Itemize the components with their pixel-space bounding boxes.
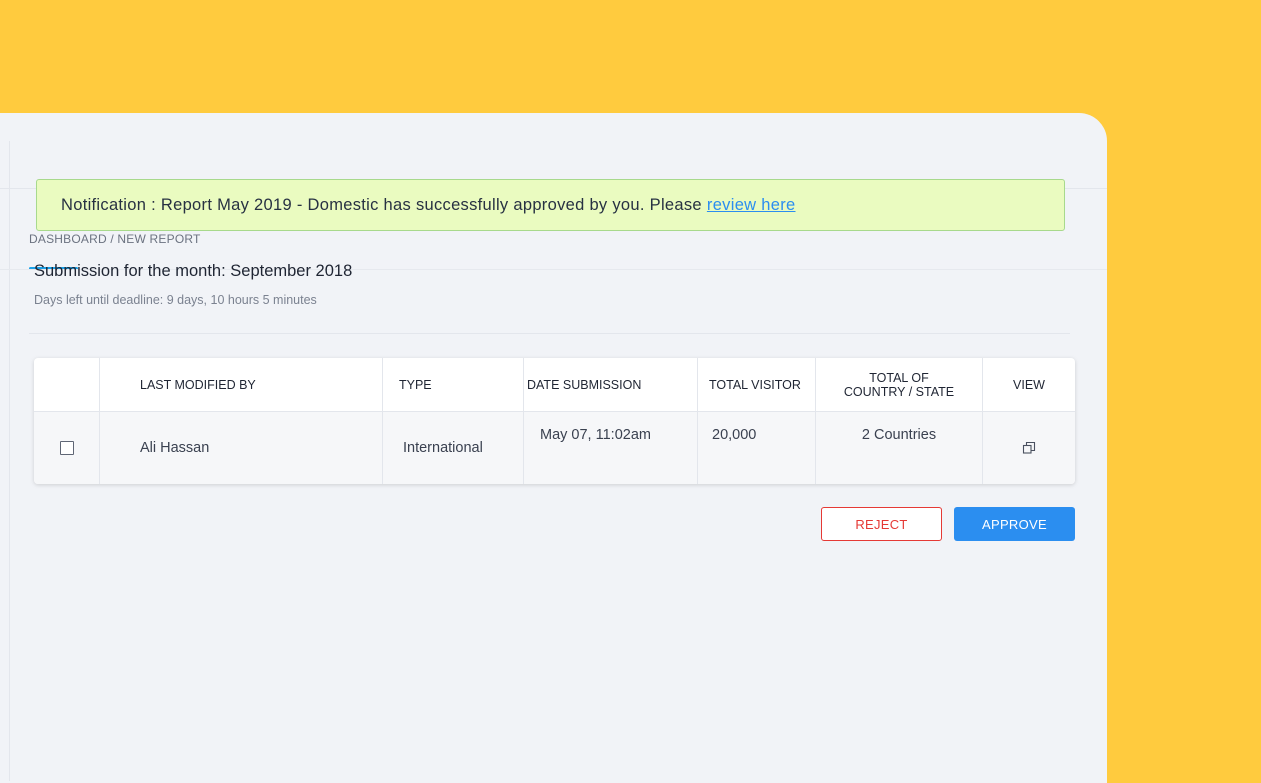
header-total-country-line1: TOTAL OF [869,370,929,385]
row-select-cell [34,412,100,484]
sidebar-edge [0,141,10,781]
reject-button[interactable]: REJECT [821,507,942,541]
submission-table: LAST MODIFIED BY TYPE DATE SUBMISSION TO… [34,358,1075,484]
header-date-submission: DATE SUBMISSION [524,358,698,411]
header-total-visitor: TOTAL VISITOR [698,358,816,411]
header-view: VIEW [1013,377,1045,392]
notification-banner: Notification : Report May 2019 - Domesti… [36,179,1065,231]
table-header-row: LAST MODIFIED BY TYPE DATE SUBMISSION TO… [34,358,1075,412]
header-total-country-line2: COUNTRY / STATE [843,384,955,399]
deadline-text: Days left until deadline: 9 days, 10 hou… [34,293,317,307]
section-divider [29,333,1070,334]
cell-last-modified-by: Ali Hassan [100,412,383,484]
header-total-country: TOTAL OF COUNTRY / STATE [816,358,983,411]
approve-button[interactable]: APPROVE [954,507,1075,541]
review-link[interactable]: review here [707,196,796,215]
submission-title: Submission for the month: September 2018 [34,262,353,280]
header-last-modified-by: LAST MODIFIED BY [100,358,383,411]
open-window-icon[interactable] [1022,441,1036,455]
cell-type: International [383,412,524,484]
cell-date-submission: May 07, 11:02am [524,412,698,484]
table-row: Ali Hassan International May 07, 11:02am… [34,412,1075,484]
cell-total-country: 2 Countries [816,412,983,484]
notification-text: Notification : Report May 2019 - Domesti… [61,195,702,214]
breadcrumb[interactable]: DASHBOARD / NEW REPORT [29,232,201,246]
header-type: TYPE [383,358,524,411]
cell-total-visitor: 20,000 [698,412,816,484]
row-checkbox[interactable] [59,441,74,455]
header-select-cell [34,358,100,411]
cell-view [983,412,1075,484]
